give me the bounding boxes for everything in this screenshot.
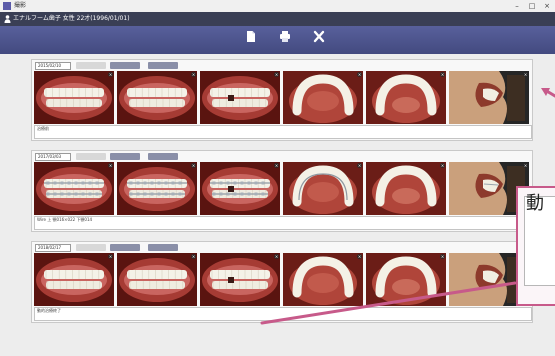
annotation-arrow-bottom bbox=[260, 281, 517, 325]
callout-text: 動 bbox=[526, 193, 544, 214]
zoom-callout: 動 bbox=[516, 186, 555, 306]
annotation-arrows bbox=[260, 88, 555, 325]
